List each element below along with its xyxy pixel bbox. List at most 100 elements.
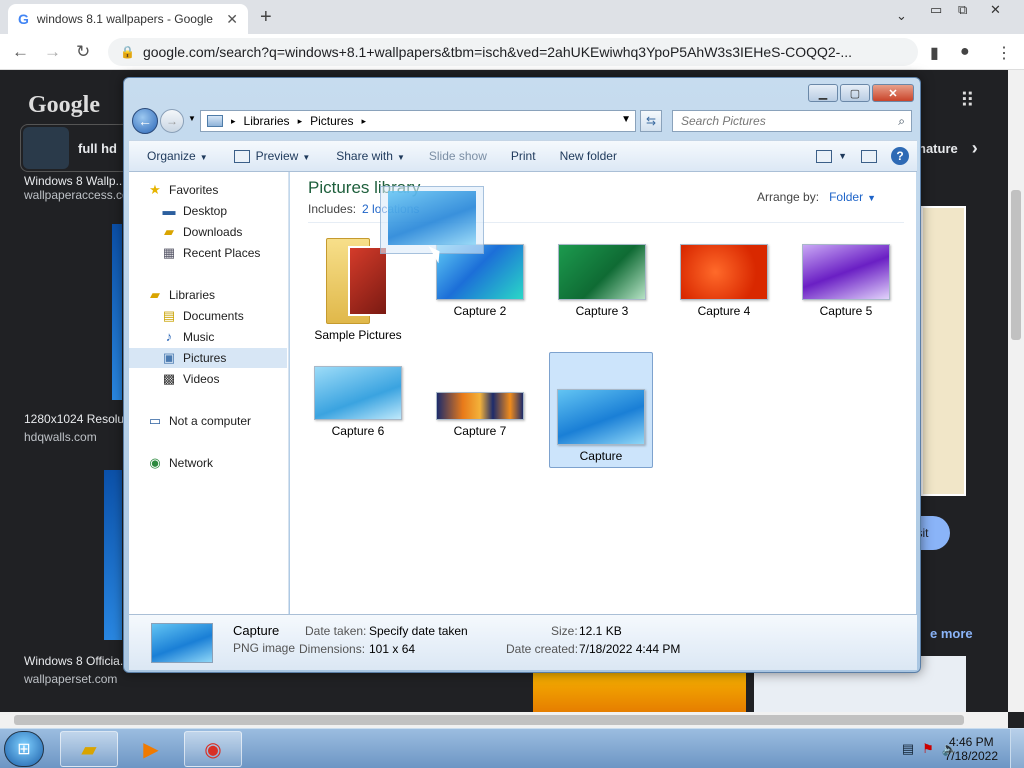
nav-recent-places[interactable]: ▦ Recent Places [129, 243, 287, 263]
result-image[interactable] [112, 224, 122, 400]
page-scrollbar-vertical[interactable] [1008, 70, 1024, 712]
nav-desktop[interactable]: ▬ Desktop [129, 201, 287, 221]
recent-places-icon: ▦ [162, 245, 176, 260]
help-icon[interactable]: ? [891, 147, 909, 165]
preview-pane-icon[interactable] [861, 149, 877, 163]
profile-icon[interactable]: ● [960, 43, 970, 61]
nav-computer[interactable]: ▭ Not a computer [129, 411, 287, 431]
search-icon[interactable]: ⌕ [898, 114, 905, 129]
network-tray-icon[interactable]: ▤ [902, 741, 914, 757]
share-with-button[interactable]: Share with ▼ [326, 149, 415, 163]
clock[interactable]: 4:46 PM 7/18/2022 [945, 735, 998, 763]
change-view-icon[interactable] [816, 149, 833, 163]
capture-thumbnail [557, 389, 645, 445]
organize-button[interactable]: Organize ▼ [137, 149, 218, 163]
nav-libraries[interactable]: ▰ Libraries [129, 285, 287, 305]
capture-7-thumbnail [436, 392, 524, 420]
address-bar[interactable]: 🔒 google.com/search?q=windows+8.1+wallpa… [108, 38, 918, 66]
forward-button[interactable]: → [160, 109, 184, 133]
preview-button[interactable]: Preview ▼ [224, 149, 321, 164]
result-title[interactable]: Windows 8 Officia... [24, 654, 130, 668]
menu-kebab-icon[interactable]: ⋮ [996, 43, 1012, 63]
arrange-by-dropdown[interactable]: Folder [829, 190, 863, 204]
file-item-capture-5[interactable]: Capture 5 [794, 244, 898, 318]
file-item-capture-4[interactable]: Capture 4 [672, 244, 776, 318]
minimize-icon[interactable]: ▭ [930, 2, 942, 18]
nav-downloads[interactable]: ▰ Downloads [129, 222, 287, 242]
address-dropdown-icon[interactable]: ▼ [621, 114, 631, 125]
file-item-capture-2[interactable]: Capture 2 [428, 244, 532, 318]
forward-arrow-icon[interactable]: → [44, 42, 61, 62]
taskbar-media-player-button[interactable]: ▶ [122, 731, 180, 767]
browser-tab-bar: G windows 8.1 wallpapers - Google ✕ + ⌄ … [0, 0, 1024, 34]
file-item-capture[interactable]: Capture [549, 352, 653, 468]
result-title[interactable]: Windows 8 Wallp... [24, 174, 126, 188]
file-item-capture-3[interactable]: Capture 3 [550, 244, 654, 318]
search-input[interactable]: Search Pictures ⌕ [672, 110, 912, 132]
preview-panel-image[interactable] [921, 206, 966, 496]
breadcrumb-chevron-icon[interactable]: ▸ [231, 116, 236, 127]
new-tab-button[interactable]: + [260, 6, 272, 29]
nav-pictures[interactable]: ▣ Pictures [129, 348, 287, 368]
breadcrumb-libraries[interactable]: Libraries [244, 114, 290, 128]
result-image[interactable] [104, 470, 122, 640]
browser-tab[interactable]: G windows 8.1 wallpapers - Google ✕ [8, 4, 248, 34]
restore-icon[interactable]: ⧉ [958, 2, 967, 18]
file-item-capture-7[interactable]: Capture 7 [428, 392, 532, 438]
page-scrollbar-horizontal[interactable] [0, 712, 1008, 728]
side-panel-icon[interactable]: ▮ [930, 43, 939, 63]
nav-documents[interactable]: ▤ Documents [129, 306, 287, 326]
close-window-icon[interactable]: ✕ [990, 2, 1001, 18]
breadcrumb-chevron-icon[interactable]: ▸ [298, 116, 303, 127]
taskbar-chrome-button[interactable]: ◉ [184, 731, 242, 767]
related-image[interactable] [533, 672, 746, 712]
slide-show-button[interactable]: Slide show [419, 149, 497, 163]
scrollbar-thumb[interactable] [14, 715, 964, 725]
file-label: Capture 2 [453, 304, 507, 318]
tab-search-icon[interactable]: ⌄ [896, 8, 907, 24]
address-bar[interactable]: ▸ Libraries ▸ Pictures ▸ ▼ [200, 110, 636, 132]
filter-chip-nature[interactable]: nature › [918, 124, 988, 172]
arrange-dropdown-icon[interactable]: ▼ [867, 193, 876, 203]
scrollbar-thumb[interactable] [1011, 190, 1021, 340]
minimize-button[interactable]: ▁ [808, 84, 838, 102]
filter-chip-full-hd[interactable]: full hd [20, 124, 130, 172]
window-controls: ▁ ▢ ✕ [808, 84, 914, 102]
refresh-button[interactable]: ⇆ [640, 110, 662, 132]
result-site: wallpaperaccess.com [24, 188, 139, 202]
back-button[interactable]: ← [132, 108, 158, 134]
file-label: Capture 6 [331, 424, 385, 438]
nav-label: Not a computer [169, 414, 252, 428]
nav-videos[interactable]: ▩ Videos [129, 369, 287, 389]
close-button[interactable]: ✕ [872, 84, 914, 102]
nav-network[interactable]: ◉ Network [129, 453, 287, 473]
nav-music[interactable]: ♪ Music [129, 327, 287, 347]
start-button[interactable]: ⊞ [4, 731, 44, 767]
tab-close-icon[interactable]: ✕ [226, 11, 238, 28]
reload-icon[interactable]: ↻ [76, 42, 90, 62]
nav-favorites[interactable]: ★ Favorites [129, 180, 287, 200]
chip-label: nature [918, 140, 958, 156]
date-taken-value[interactable]: Specify date taken [369, 624, 468, 638]
google-logo[interactable]: Google [28, 92, 100, 119]
recent-pages-dropdown-icon[interactable]: ▼ [188, 114, 196, 123]
new-folder-button[interactable]: New folder [550, 149, 627, 163]
chip-label: full hd [78, 140, 117, 156]
navigation-pane: ★ Favorites ▬ Desktop ▰ Downloads ▦ Recent P… [129, 172, 289, 614]
breadcrumb-pictures[interactable]: Pictures [310, 114, 353, 128]
chevron-right-icon[interactable]: › [972, 138, 978, 159]
file-item-capture-6[interactable]: Capture 6 [306, 366, 410, 438]
result-title[interactable]: 1280x1024 Resolu... [24, 412, 134, 426]
view-dropdown-icon[interactable]: ▼ [838, 151, 847, 161]
action-center-icon[interactable]: ⚑ [922, 741, 934, 757]
breadcrumb-chevron-icon[interactable]: ▸ [361, 116, 366, 127]
print-button[interactable]: Print [501, 149, 546, 163]
dropdown-arrow-icon: ▼ [199, 153, 208, 162]
see-more-link[interactable]: e more [930, 626, 973, 641]
taskbar-explorer-button[interactable]: ▰ [60, 731, 118, 767]
maximize-button[interactable]: ▢ [840, 84, 870, 102]
back-arrow-icon[interactable]: ← [12, 42, 29, 62]
apps-grid-icon[interactable]: ⠿ [960, 88, 975, 113]
show-desktop-button[interactable] [1010, 729, 1024, 768]
result-site: hdqwalls.com [24, 430, 97, 444]
